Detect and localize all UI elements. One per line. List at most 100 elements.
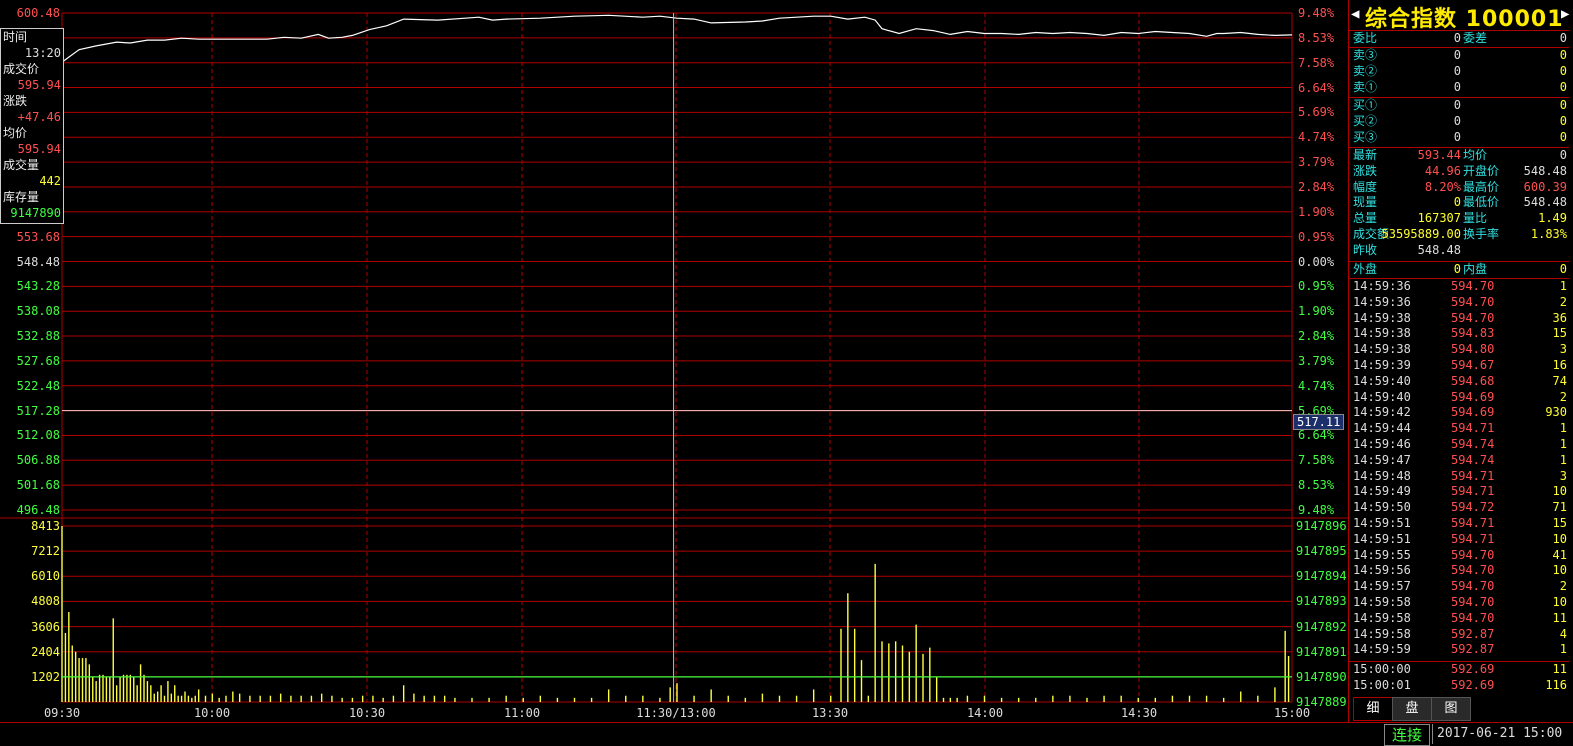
tick-volume: 15 (1552, 326, 1567, 341)
tick-price: 594.71 (1451, 531, 1495, 546)
info-time-value: 13:20 (24, 46, 61, 60)
tab-chart[interactable]: 图 (1431, 697, 1471, 721)
tick-time: 14:59:58 (1353, 610, 1411, 625)
tick-list-close[interactable]: 15:00:00 592.69 11 15:00:01 592.69 116 (1349, 661, 1569, 694)
percent-tick-label: 6.64% (1298, 428, 1335, 443)
sell-level-label: 卖② (1353, 63, 1378, 78)
price-tick-label: 496.48 (16, 503, 60, 517)
tick-row: 14:59:42 594.69 930 (1349, 405, 1569, 421)
price-tick-label: 538.08 (16, 304, 60, 319)
tick-row: 14:59:47 594.74 1 (1349, 453, 1569, 469)
stat-label: 涨跌 (1353, 163, 1378, 178)
tick-price: 594.83 (1451, 326, 1495, 341)
stat-row: 总量 167307 量比 1.49 (1349, 211, 1569, 227)
time-tick-label: 11:30/13:00 (636, 706, 716, 720)
stat-row: 成交额 53595889.00 换手率 1.83% (1349, 227, 1569, 243)
volume-tick-label: 1202 (31, 669, 60, 684)
price-tick-label: 532.88 (16, 329, 60, 344)
stat-label: 量比 (1463, 211, 1488, 226)
tick-row: 14:59:59 592.87 1 (1349, 642, 1569, 658)
tick-price: 594.69 (1451, 405, 1495, 420)
price-tick-label: 600.48 (16, 6, 60, 20)
sell-level-price: 0 (1453, 63, 1461, 78)
volume-tick-label: 2404 (31, 644, 60, 659)
volume-tick-label: 3606 (31, 619, 60, 634)
side-tabs: 细 盘 图 (1349, 696, 1573, 721)
stock-tick-label: 9147894 (1296, 569, 1347, 584)
tick-time: 14:59:48 (1353, 468, 1411, 483)
tick-row: 14:59:48 594.71 3 (1349, 469, 1569, 485)
sell-level-volume: 0 (1559, 79, 1567, 94)
time-tick-label: 09:30 (43, 706, 81, 720)
tick-time: 14:59:55 (1353, 547, 1411, 562)
stat-label: 换手率 (1463, 226, 1500, 241)
tick-list[interactable]: 14:59:36 594.70 1 14:59:36 594.70 2 14:59:38 59… (1349, 278, 1569, 658)
buy-level-price: 0 (1453, 113, 1461, 128)
outer-label: 外盘 (1353, 262, 1378, 276)
tick-time: 14:59:59 (1353, 642, 1411, 657)
tick-volume: 2 (1559, 389, 1567, 404)
tick-time: 14:59:51 (1353, 531, 1411, 546)
chart-canvas[interactable] (0, 0, 1350, 722)
price-tick-label: 517.28 (16, 403, 60, 418)
tick-time: 14:59:51 (1353, 515, 1411, 530)
tick-row: 14:59:49 594.71 10 (1349, 484, 1569, 500)
tick-volume: 1 (1559, 279, 1567, 293)
tick-volume: 10 (1552, 531, 1567, 546)
info-price-value: 595.94 (17, 78, 61, 92)
tick-row: 14:59:38 594.83 15 (1349, 326, 1569, 342)
tick-price: 592.69 (1451, 662, 1495, 676)
volume-tick-label: 6010 (31, 569, 60, 584)
tick-volume: 116 (1545, 677, 1567, 692)
tick-price: 594.74 (1451, 436, 1495, 451)
tick-volume: 10 (1552, 594, 1567, 609)
tick-row: 14:59:38 594.80 3 (1349, 342, 1569, 358)
info-change-label: 涨跌 (3, 94, 28, 108)
stat-value: 1.49 (1538, 211, 1567, 226)
stock-tick-label: 9147891 (1296, 644, 1347, 659)
tick-row: 14:59:39 594.67 16 (1349, 358, 1569, 374)
percent-tick-label: 4.74% (1298, 378, 1335, 393)
info-avg-label: 均价 (3, 126, 28, 140)
tick-price: 594.70 (1451, 310, 1495, 325)
tick-volume: 930 (1545, 405, 1567, 420)
buy-level-price: 0 (1453, 129, 1461, 144)
diff-value: 0 (1559, 31, 1567, 45)
tick-volume: 3 (1559, 468, 1567, 483)
next-symbol-icon[interactable]: ▶ (1561, 6, 1569, 22)
tick-volume: 74 (1552, 373, 1567, 388)
percent-tick-label: 1.90% (1298, 204, 1335, 219)
percent-tick-label: 8.53% (1298, 478, 1335, 493)
tick-time: 14:59:46 (1353, 436, 1411, 451)
tick-volume: 1 (1559, 421, 1567, 436)
sell-book: 卖③ 0 0 卖② 0 0 卖① 0 0 (1349, 47, 1569, 95)
tick-time: 14:59:56 (1353, 563, 1411, 578)
info-stock-label: 库存量 (3, 190, 40, 204)
tick-volume: 16 (1552, 357, 1567, 372)
sell-level-label: 卖③ (1353, 48, 1378, 62)
stock-tick-label: 9147893 (1296, 594, 1347, 609)
buy-level-price: 0 (1453, 98, 1461, 112)
price-tick-label: 522.48 (16, 378, 60, 393)
buy-level-volume: 0 (1559, 98, 1567, 112)
tab-detail[interactable]: 细 (1353, 697, 1393, 721)
info-avg-value: 595.94 (17, 142, 61, 156)
stat-value: 53595889.00 (1381, 226, 1461, 241)
connection-status[interactable]: 连接 (1384, 724, 1430, 746)
tick-time: 14:59:58 (1353, 594, 1411, 609)
prev-symbol-icon[interactable]: ◀ (1351, 6, 1359, 22)
stat-label: 最高价 (1463, 179, 1500, 194)
tab-book[interactable]: 盘 (1392, 697, 1432, 721)
intraday-chart[interactable]: 600.48 553.68 548.48 543.28 538.08 532.88 527.… (0, 0, 1350, 722)
status-bar: 连接 2017-06-21 15:00 (0, 722, 1573, 746)
stat-label: 总量 (1353, 211, 1378, 226)
percent-tick-label: 7.58% (1298, 55, 1335, 70)
stat-label: 现量 (1353, 195, 1378, 210)
tick-row: 14:59:40 594.68 74 (1349, 374, 1569, 390)
price-tick-label: 512.08 (16, 428, 60, 443)
sell-level-row: 卖① 0 0 (1349, 80, 1569, 96)
stock-tick-label: 9147890 (1296, 669, 1347, 684)
stat-value: 0 (1559, 148, 1567, 162)
tick-price: 594.80 (1451, 342, 1495, 357)
tick-volume: 1 (1559, 642, 1567, 657)
